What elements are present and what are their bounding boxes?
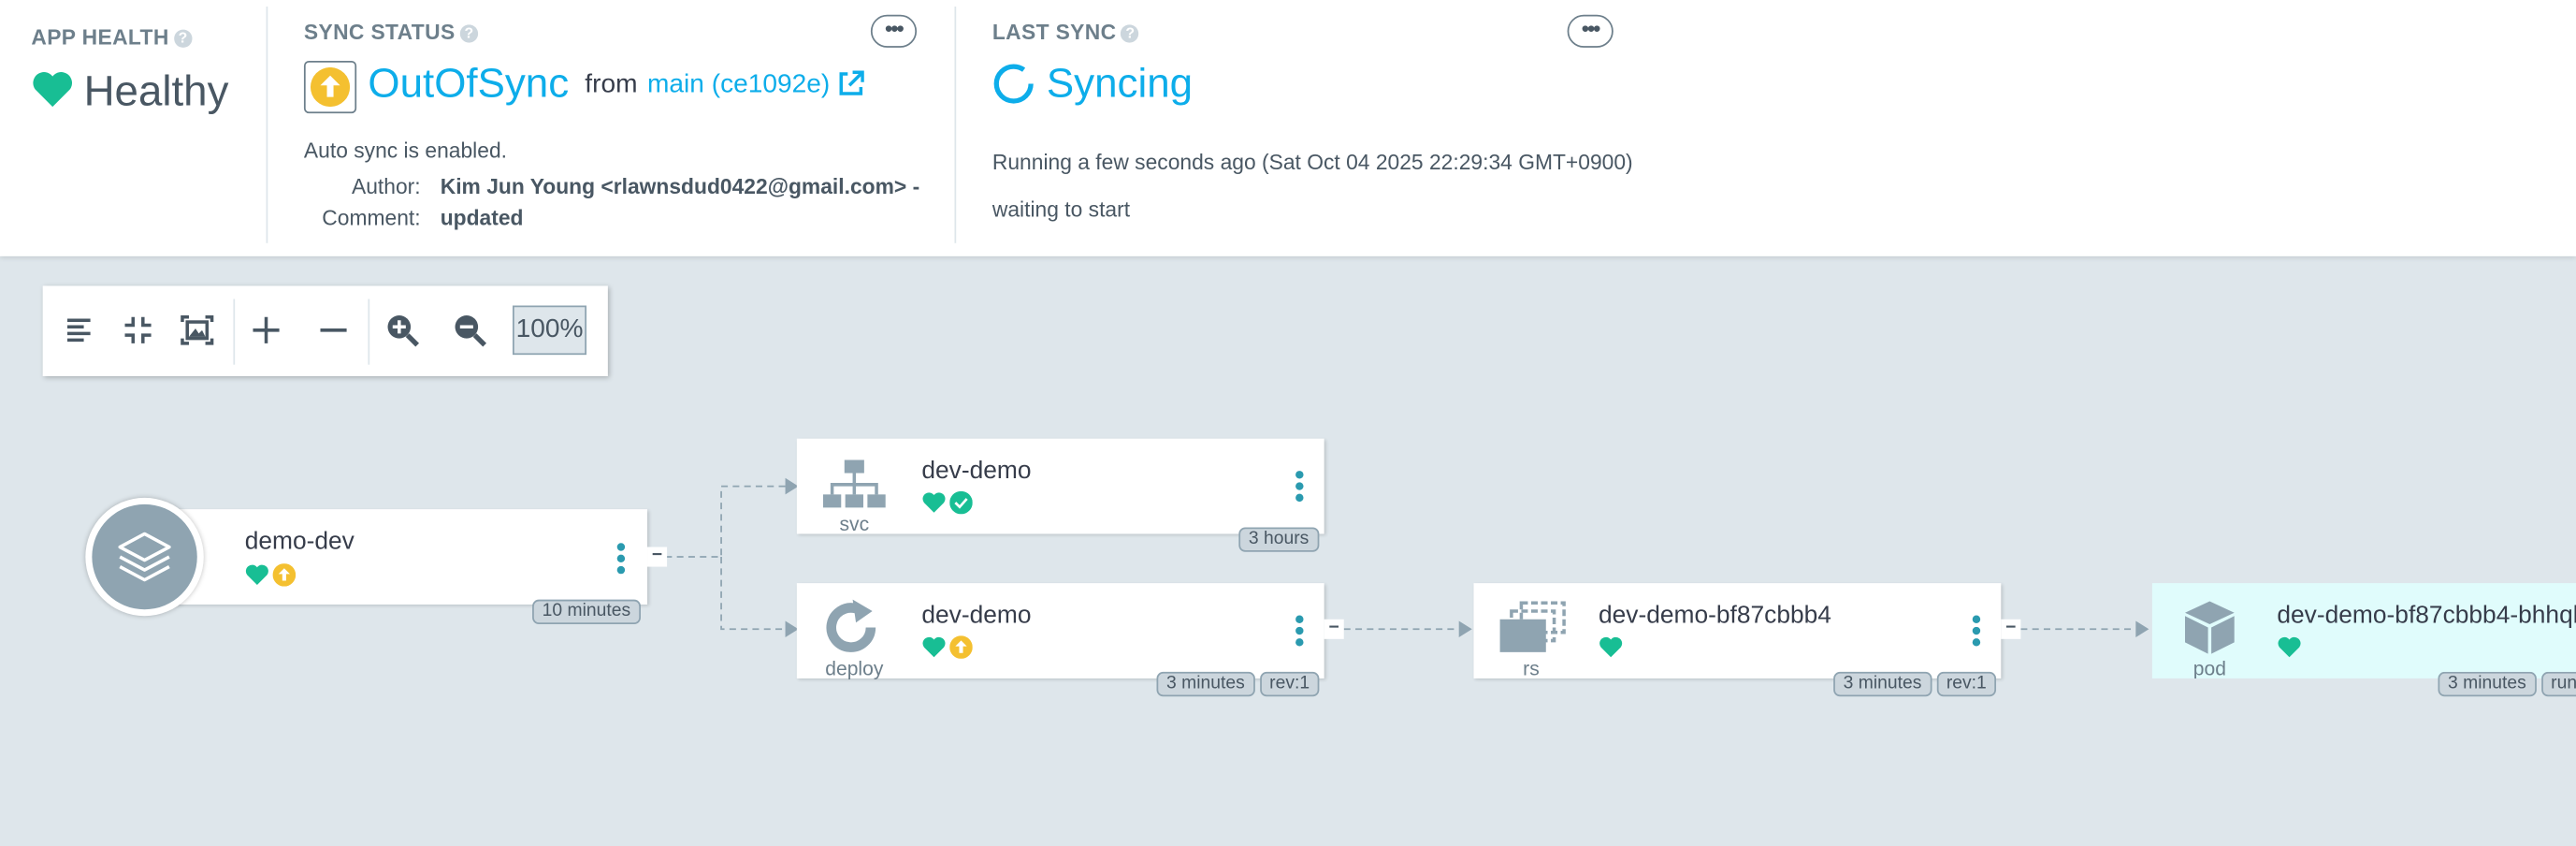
age-tag: 10 minutes — [532, 599, 641, 625]
age-tag: 3 minutes — [1156, 671, 1255, 697]
pod-cube-icon — [2185, 601, 2235, 654]
graph-edges — [665, 477, 2149, 638]
node-status — [245, 563, 297, 587]
out-of-sync-icon — [272, 563, 297, 587]
node-tags: 10 minutes — [532, 599, 641, 625]
pod-status-tag: running — [2540, 671, 2576, 697]
layers-icon — [118, 532, 171, 582]
node-menu-icon[interactable] — [1293, 468, 1306, 504]
collapse-toggle[interactable]: − — [1324, 619, 1344, 639]
node-name: dev-demo — [921, 456, 1032, 485]
app-node-icon-bg — [92, 503, 197, 610]
app-node-icon-ring — [85, 497, 204, 617]
healthy-heart-icon — [922, 636, 946, 658]
pod-node[interactable]: pod dev-demo-bf87cbbb4-bhhqb — [2151, 583, 2576, 678]
node-status — [1599, 635, 1623, 659]
deploy-refresh-icon — [826, 599, 876, 652]
node-kind: pod — [2192, 657, 2226, 678]
app-node[interactable]: demo-dev — [141, 509, 648, 605]
node-name: dev-demo-bf87cbbb4-bhhqb — [2277, 601, 2576, 630]
healthy-heart-icon — [922, 492, 946, 513]
revision-tag: rev:1 — [1259, 671, 1320, 697]
synced-check-icon — [949, 490, 973, 515]
svc-node[interactable]: svc dev-demo — [796, 438, 1324, 536]
collapse-toggle[interactable]: − — [2001, 619, 2021, 639]
node-menu-icon[interactable] — [1970, 613, 1983, 649]
age-tag: 3 minutes — [2438, 671, 2537, 697]
node-name: dev-demo — [921, 601, 1032, 630]
revision-tag: rev:1 — [1936, 671, 1997, 697]
deploy-node[interactable]: deploy dev-demo — [796, 583, 1324, 680]
node-tags: 3 minutes rev:1 — [1833, 671, 1997, 697]
pod-tags-clip: 3 minutes running — [2438, 671, 2576, 702]
out-of-sync-icon — [949, 635, 973, 659]
node-status — [2277, 635, 2301, 659]
node-kind: rs — [1523, 657, 1540, 680]
node-status — [921, 635, 973, 659]
node-menu-icon[interactable] — [1293, 613, 1306, 649]
rs-node[interactable]: rs dev-demo-bf87cbbb4 — [1473, 583, 2002, 680]
app-details-canvas: APP HEALTH? Healthy SYNC STATUS? ••• Out… — [0, 0, 2576, 846]
node-menu-icon[interactable] — [615, 540, 628, 576]
healthy-heart-icon — [245, 564, 268, 585]
healthy-heart-icon — [1599, 636, 1623, 658]
service-network-icon — [822, 459, 886, 508]
age-tag: 3 hours — [1238, 527, 1319, 552]
age-tag: 3 minutes — [1833, 671, 1932, 697]
node-status — [921, 490, 973, 515]
node-kind: deploy — [825, 657, 884, 680]
node-tags: 3 hours — [1238, 527, 1319, 552]
node-tags: 3 minutes rev:1 — [1156, 671, 1320, 697]
node-kind: svc — [839, 512, 870, 536]
node-tags: 3 minutes running — [2438, 671, 2576, 697]
node-name: demo-dev — [244, 527, 355, 556]
collapse-toggle[interactable]: − — [647, 547, 668, 567]
node-name: dev-demo-bf87cbbb4 — [1598, 601, 1831, 630]
replicaset-icon — [1499, 601, 1566, 652]
healthy-heart-icon — [2278, 636, 2301, 658]
